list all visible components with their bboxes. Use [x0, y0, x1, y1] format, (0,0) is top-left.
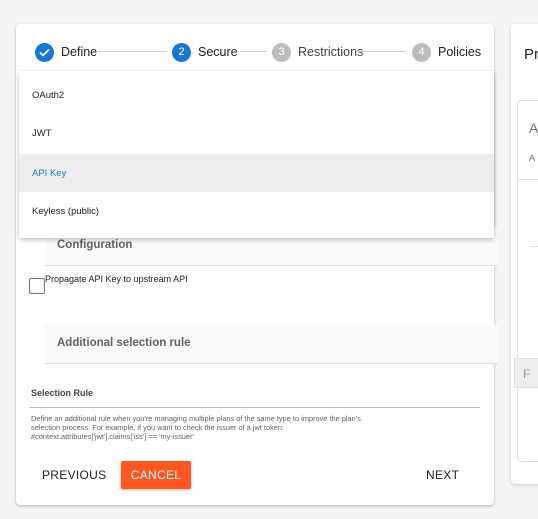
- additional-rule-title: Additional selection rule: [57, 337, 191, 349]
- divider: [530, 246, 538, 247]
- previous-button[interactable]: PREVIOUS: [36, 461, 112, 489]
- wizard-stepper: Define 2 Secure 3 Restrictions 4 Policie…: [16, 24, 494, 78]
- step-number: 3: [272, 42, 291, 62]
- menu-item-jwt[interactable]: JWT: [19, 114, 494, 152]
- divider: [518, 179, 538, 180]
- check-icon: [35, 42, 54, 62]
- step-label: Define: [61, 45, 98, 59]
- step-define[interactable]: Define: [35, 42, 97, 62]
- selection-rule-help: Define an additional rule when you're ma…: [31, 414, 476, 441]
- cancel-button[interactable]: CANCEL: [121, 461, 191, 489]
- help-line: #context.attributes['jwt'].claims['iss']…: [31, 432, 194, 441]
- preview-title: Pr: [524, 46, 538, 63]
- menu-item-keyless[interactable]: Keyless (public): [19, 192, 494, 230]
- preview-card: Pr A A F: [511, 24, 538, 484]
- menu-item-api-key[interactable]: API Key: [19, 154, 494, 192]
- propagate-checkbox[interactable]: [29, 278, 45, 294]
- help-line: selection process. For example, if you w…: [31, 423, 285, 432]
- help-line: Define an additional rule when you're ma…: [31, 414, 361, 423]
- preview-subheading: A: [529, 153, 536, 163]
- propagate-label: Propagate API Key to upstream API: [45, 274, 188, 284]
- step-label: Secure: [198, 45, 238, 59]
- step-policies[interactable]: 4 Policies: [412, 42, 481, 62]
- configuration-title: Configuration: [57, 239, 133, 251]
- step-connector: [98, 51, 167, 52]
- step-number: 2: [172, 42, 191, 62]
- step-secure[interactable]: 2 Secure: [172, 42, 238, 62]
- step-label: Restrictions: [298, 45, 364, 59]
- menu-item-oauth2[interactable]: OAuth2: [19, 76, 494, 114]
- step-connector: [358, 51, 406, 52]
- step-number: 4: [412, 42, 431, 62]
- preview-heading: A: [529, 120, 538, 136]
- step-restrictions[interactable]: 3 Restrictions: [272, 42, 363, 62]
- step-connector: [240, 51, 266, 52]
- next-button[interactable]: NEXT: [420, 461, 465, 489]
- preview-button[interactable]: F: [514, 358, 538, 388]
- selection-rule-label: Selection Rule: [31, 388, 94, 398]
- preview-inner-panel: A A: [517, 100, 538, 462]
- additional-rule-header: Additional selection rule: [45, 325, 498, 364]
- step-label: Policies: [438, 45, 482, 59]
- selection-rule-input[interactable]: [29, 407, 480, 408]
- security-type-menu: OAuth2 JWT API Key Keyless (public): [19, 71, 494, 238]
